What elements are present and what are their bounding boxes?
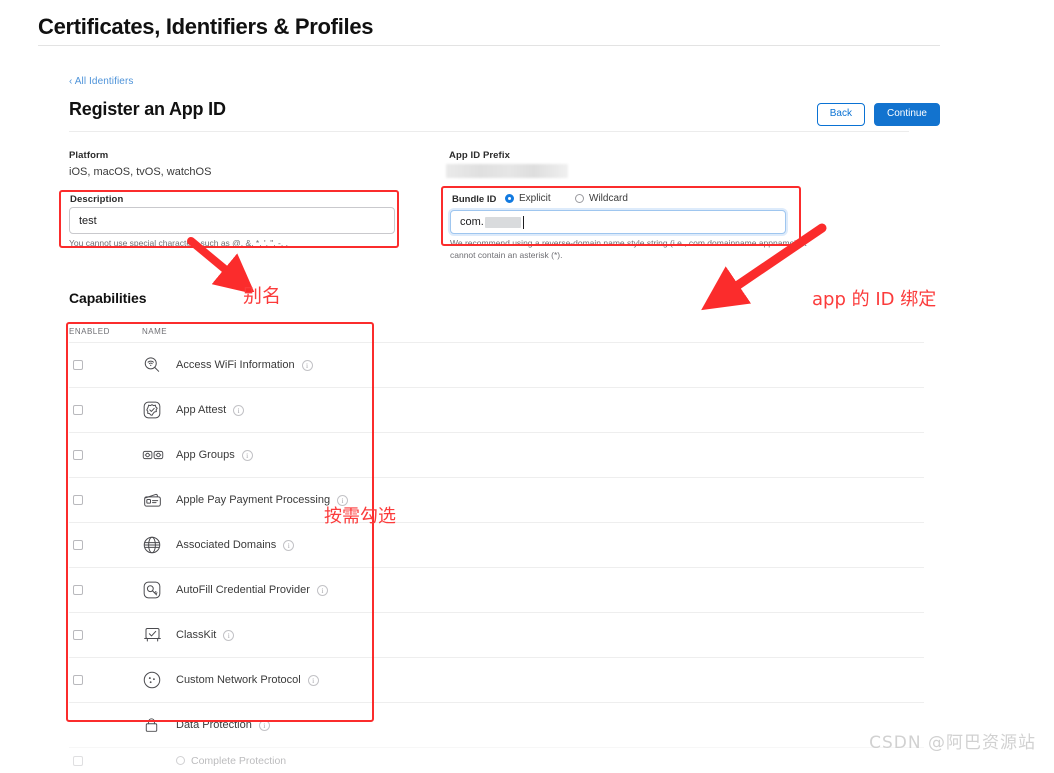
watermark: CSDN @阿巴资源站 xyxy=(869,733,1036,753)
capabilities-table: ENABLED NAME Access WiFi Information i A… xyxy=(69,327,924,773)
annotation-text-bundle-binding: app 的 ID 绑定 xyxy=(812,289,937,310)
table-row[interactable]: Apple Pay Payment Processing i xyxy=(69,477,924,522)
bundle-id-help-text: We recommend using a reverse-domain name… xyxy=(450,238,807,261)
key-magnifier-icon xyxy=(142,580,176,600)
enabled-cell xyxy=(69,630,142,640)
table-row[interactable]: Access WiFi Information i xyxy=(69,342,924,387)
capabilities-table-header: ENABLED NAME xyxy=(69,327,924,342)
info-icon[interactable]: i xyxy=(258,719,270,731)
radio-wildcard-label: Wildcard xyxy=(589,193,628,204)
capability-checkbox[interactable] xyxy=(73,630,83,640)
table-row[interactable]: App Groups i xyxy=(69,432,924,477)
capability-name: AutoFill Credential Provider i xyxy=(176,584,328,596)
table-row[interactable]: AutoFill Credential Provider i xyxy=(69,567,924,612)
radio-explicit-label: Explicit xyxy=(519,193,551,204)
table-row[interactable]: Data Protection i xyxy=(69,702,924,747)
header-divider xyxy=(69,131,909,132)
info-icon[interactable]: i xyxy=(223,629,235,641)
bundle-id-redacted-value xyxy=(484,216,521,228)
bundle-id-input[interactable]: com. xyxy=(450,210,786,234)
bundle-id-value: com. xyxy=(460,216,484,228)
description-label: Description xyxy=(70,194,124,205)
capability-checkbox[interactable] xyxy=(73,540,83,550)
radio-dot-icon xyxy=(505,194,514,203)
enabled-cell xyxy=(69,405,142,415)
title-divider xyxy=(38,45,940,46)
wallet-card-icon xyxy=(142,490,176,510)
capability-checkbox[interactable] xyxy=(73,585,83,595)
table-row[interactable]: Custom Network Protocol i xyxy=(69,657,924,702)
continue-button[interactable]: Continue xyxy=(873,103,940,126)
description-help-text: You cannot use special characters such a… xyxy=(69,238,288,248)
table-row[interactable]: App Attest i xyxy=(69,387,924,432)
capability-checkbox[interactable] xyxy=(73,360,83,370)
bundle-id-radio-wildcard[interactable]: Wildcard xyxy=(575,193,628,204)
table-row[interactable]: ClassKit i xyxy=(69,612,924,657)
column-header-name: NAME xyxy=(142,327,168,336)
platform-label: Platform xyxy=(69,150,109,161)
capability-checkbox[interactable] xyxy=(73,405,83,415)
capability-name: Access WiFi Information i xyxy=(176,359,313,371)
bundle-id-radio-explicit[interactable]: Explicit xyxy=(505,193,551,204)
badge-check-icon xyxy=(142,400,176,420)
enabled-cell xyxy=(69,360,142,370)
enabled-cell xyxy=(69,675,142,685)
enabled-cell xyxy=(69,495,142,505)
platform-value: iOS, macOS, tvOS, watchOS xyxy=(69,166,212,178)
capability-name: Data Protection i xyxy=(176,719,270,731)
enabled-cell xyxy=(69,450,142,460)
capabilities-heading: Capabilities xyxy=(69,290,147,306)
column-header-enabled: ENABLED xyxy=(69,327,110,336)
bundle-id-label: Bundle ID xyxy=(452,194,497,205)
header-button-row: Back Continue xyxy=(816,103,940,126)
enabled-cell xyxy=(69,540,142,550)
capability-checkbox[interactable] xyxy=(73,450,83,460)
capability-name: ClassKit i xyxy=(176,629,235,641)
radio-dot-icon xyxy=(575,194,584,203)
capability-name: App Attest i xyxy=(176,404,245,416)
info-icon[interactable]: i xyxy=(301,359,313,371)
lock-icon xyxy=(142,715,176,735)
info-icon[interactable]: i xyxy=(241,449,253,461)
globe-icon xyxy=(142,535,176,555)
annotation-arrow-bundle-binding xyxy=(701,223,827,311)
capability-name: Associated Domains i xyxy=(176,539,295,551)
breadcrumb-all-identifiers[interactable]: ‹ All Identifiers xyxy=(69,76,134,87)
back-button[interactable]: Back xyxy=(816,103,865,126)
app-id-prefix-redacted-value xyxy=(446,164,568,178)
capability-checkbox[interactable] xyxy=(73,675,83,685)
table-row-partial[interactable]: Complete Protection xyxy=(69,747,924,773)
chalkboard-check-icon xyxy=(142,625,176,645)
description-input[interactable] xyxy=(69,207,395,234)
enabled-cell xyxy=(69,720,142,730)
annotation-text-alias: 别名 xyxy=(243,285,282,307)
enabled-cell xyxy=(69,585,142,595)
capability-name: Custom Network Protocol i xyxy=(176,674,319,686)
text-caret xyxy=(522,215,524,229)
app-groups-icon xyxy=(142,445,176,465)
annotation-text-check-as-needed: 按需勾选 xyxy=(324,506,396,527)
capability-checkbox[interactable] xyxy=(73,495,83,505)
capability-name: App Groups i xyxy=(176,449,253,461)
network-dots-icon xyxy=(142,670,176,690)
app-id-prefix-label: App ID Prefix xyxy=(449,150,510,161)
info-icon[interactable]: i xyxy=(233,404,245,416)
page-title: Certificates, Identifiers & Profiles xyxy=(38,14,374,39)
capability-name: Apple Pay Payment Processing i xyxy=(176,494,349,506)
info-icon[interactable]: i xyxy=(283,539,295,551)
register-app-id-heading: Register an App ID xyxy=(69,99,226,119)
info-icon[interactable]: i xyxy=(307,674,319,686)
info-icon[interactable]: i xyxy=(316,584,328,596)
wifi-magnifier-icon xyxy=(142,355,176,375)
table-row[interactable]: Associated Domains i xyxy=(69,522,924,567)
